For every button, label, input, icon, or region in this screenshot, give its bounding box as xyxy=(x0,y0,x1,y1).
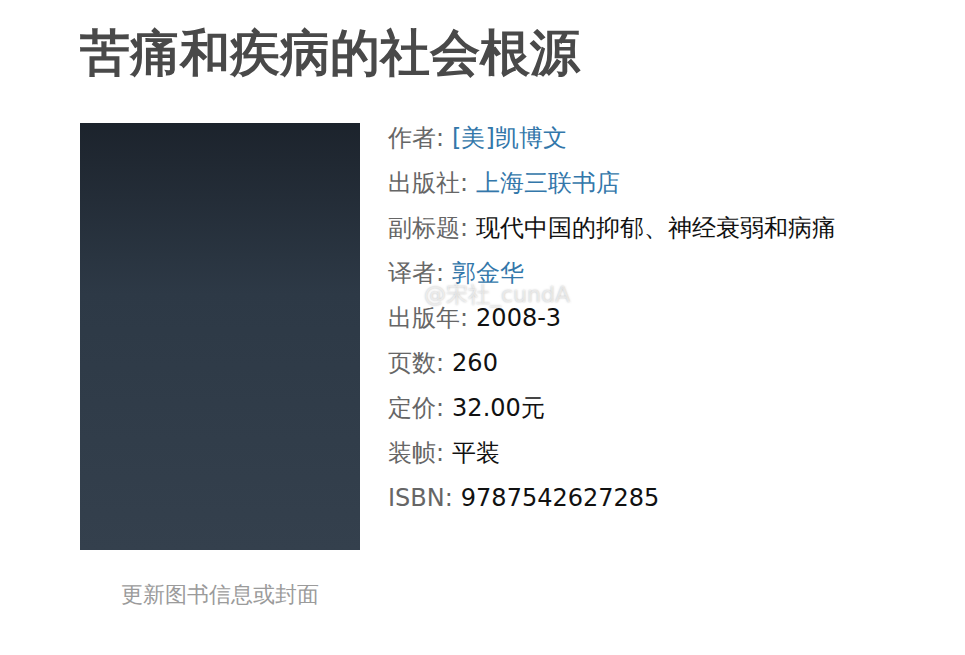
info-label: ISBN: xyxy=(388,482,453,514)
info-list: 作者:[美]凯博文出版社:上海三联书店副标题:现代中国的抑郁、神经衰弱和病痛译者… xyxy=(388,115,836,610)
info-label: 副标题: xyxy=(388,212,468,244)
info-value: 平装 xyxy=(452,437,500,469)
info-label: 出版年: xyxy=(388,302,468,334)
info-value: 现代中国的抑郁、神经衰弱和病痛 xyxy=(476,212,836,244)
info-row: 页数:260 xyxy=(388,340,836,385)
info-row: 译者:郭金华 xyxy=(388,250,836,295)
info-row: 装帧:平装 xyxy=(388,430,836,475)
info-row: 定价:32.00元 xyxy=(388,385,836,430)
info-row: 副标题:现代中国的抑郁、神经衰弱和病痛 xyxy=(388,205,836,250)
info-row: ISBN:9787542627285 xyxy=(388,475,836,520)
watermark: @宋社_cundA xyxy=(424,281,570,309)
info-value: 32.00元 xyxy=(452,392,545,424)
info-label: 作者: xyxy=(388,122,444,154)
book-content: 更新图书信息或封面作者:[美]凯博文出版社:上海三联书店副标题:现代中国的抑郁、… xyxy=(80,123,965,610)
book-cover[interactable] xyxy=(80,123,360,550)
info-link[interactable]: 郭金华 xyxy=(452,257,524,289)
info-label: 装帧: xyxy=(388,437,444,469)
info-value: 260 xyxy=(452,347,498,379)
info-row: 出版年:2008-3 xyxy=(388,295,836,340)
book-title: 苦痛和疾病的社会根源 xyxy=(80,22,965,84)
info-row: 出版社:上海三联书店 xyxy=(388,160,836,205)
cover-column: 更新图书信息或封面 xyxy=(80,123,360,610)
info-label: 页数: xyxy=(388,347,444,379)
info-label: 译者: xyxy=(388,257,444,289)
info-link[interactable]: 上海三联书店 xyxy=(476,167,620,199)
info-value: 2008-3 xyxy=(476,302,561,334)
info-row: 作者:[美]凯博文 xyxy=(388,115,836,160)
update-link[interactable]: 更新图书信息或封面 xyxy=(121,580,319,610)
book-page: 苦痛和疾病的社会根源更新图书信息或封面作者:[美]凯博文出版社:上海三联书店副标… xyxy=(0,0,965,655)
info-label: 出版社: xyxy=(388,167,468,199)
info-link[interactable]: [美]凯博文 xyxy=(452,122,567,154)
info-label: 定价: xyxy=(388,392,444,424)
info-value: 9787542627285 xyxy=(461,482,660,514)
